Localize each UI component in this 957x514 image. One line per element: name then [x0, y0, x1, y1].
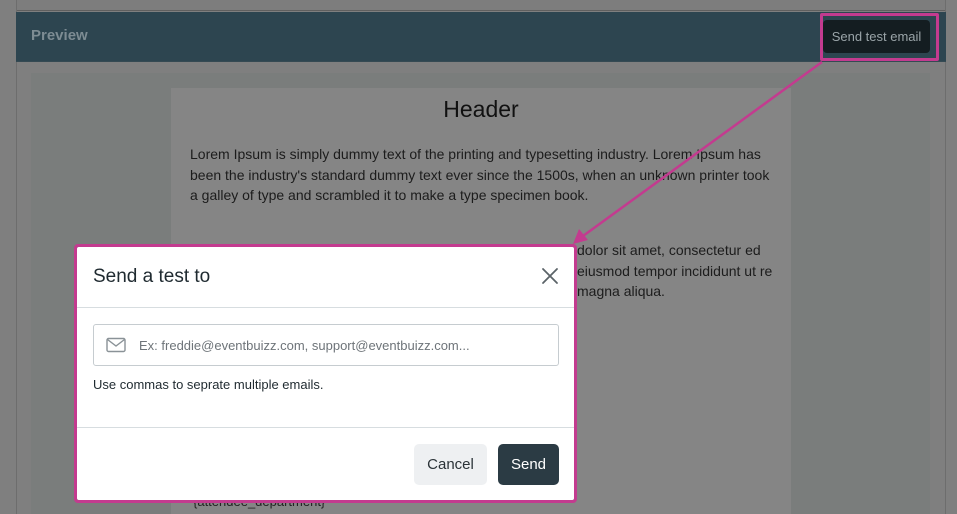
annotation-highlight-modal	[74, 244, 577, 503]
screen: Preview Send test email Header Lorem Ips…	[0, 0, 957, 514]
annotation-highlight-button	[820, 13, 939, 61]
